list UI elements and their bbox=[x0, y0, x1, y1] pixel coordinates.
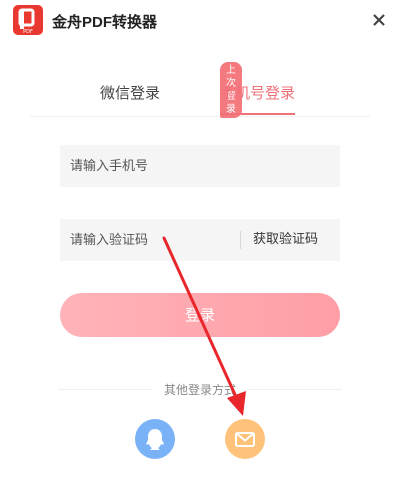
get-code-button[interactable]: 获取验证码 bbox=[253, 219, 318, 261]
tab-phone-login[interactable]: 手机号登录 bbox=[220, 80, 296, 115]
active-tab-underline bbox=[220, 113, 296, 115]
app-title: 金舟PDF转换器 bbox=[52, 14, 158, 31]
phone-field-container bbox=[60, 145, 340, 187]
login-button[interactable]: 登录 bbox=[60, 293, 340, 337]
verification-code-input[interactable] bbox=[60, 219, 240, 261]
tab-phone-label: 手机号登录 bbox=[220, 84, 296, 102]
qq-login-button[interactable] bbox=[135, 419, 175, 459]
login-tabs: 微信登录 上次登录 手机号登录 bbox=[30, 62, 370, 118]
other-methods-label-container: 其他登录方式 bbox=[0, 381, 400, 398]
tab-wechat-label: 微信登录 bbox=[100, 84, 161, 102]
app-logo: PDF bbox=[13, 5, 43, 35]
mail-icon[interactable] bbox=[225, 419, 265, 459]
field-divider bbox=[240, 231, 241, 249]
other-methods-label: 其他登录方式 bbox=[151, 383, 248, 397]
title-bar: PDF 金舟PDF转换器 bbox=[0, 0, 400, 44]
email-login-button[interactable] bbox=[225, 419, 265, 459]
close-icon[interactable] bbox=[370, 11, 388, 29]
qq-icon[interactable] bbox=[135, 419, 175, 459]
pdf-logo-icon: PDF bbox=[18, 8, 35, 35]
close-button[interactable] bbox=[370, 11, 388, 29]
phone-input[interactable] bbox=[60, 145, 340, 187]
logo-text: PDF bbox=[23, 29, 33, 35]
code-field-container: 获取验证码 bbox=[60, 219, 340, 261]
tab-wechat-login[interactable]: 微信登录 上次登录 bbox=[100, 62, 242, 118]
